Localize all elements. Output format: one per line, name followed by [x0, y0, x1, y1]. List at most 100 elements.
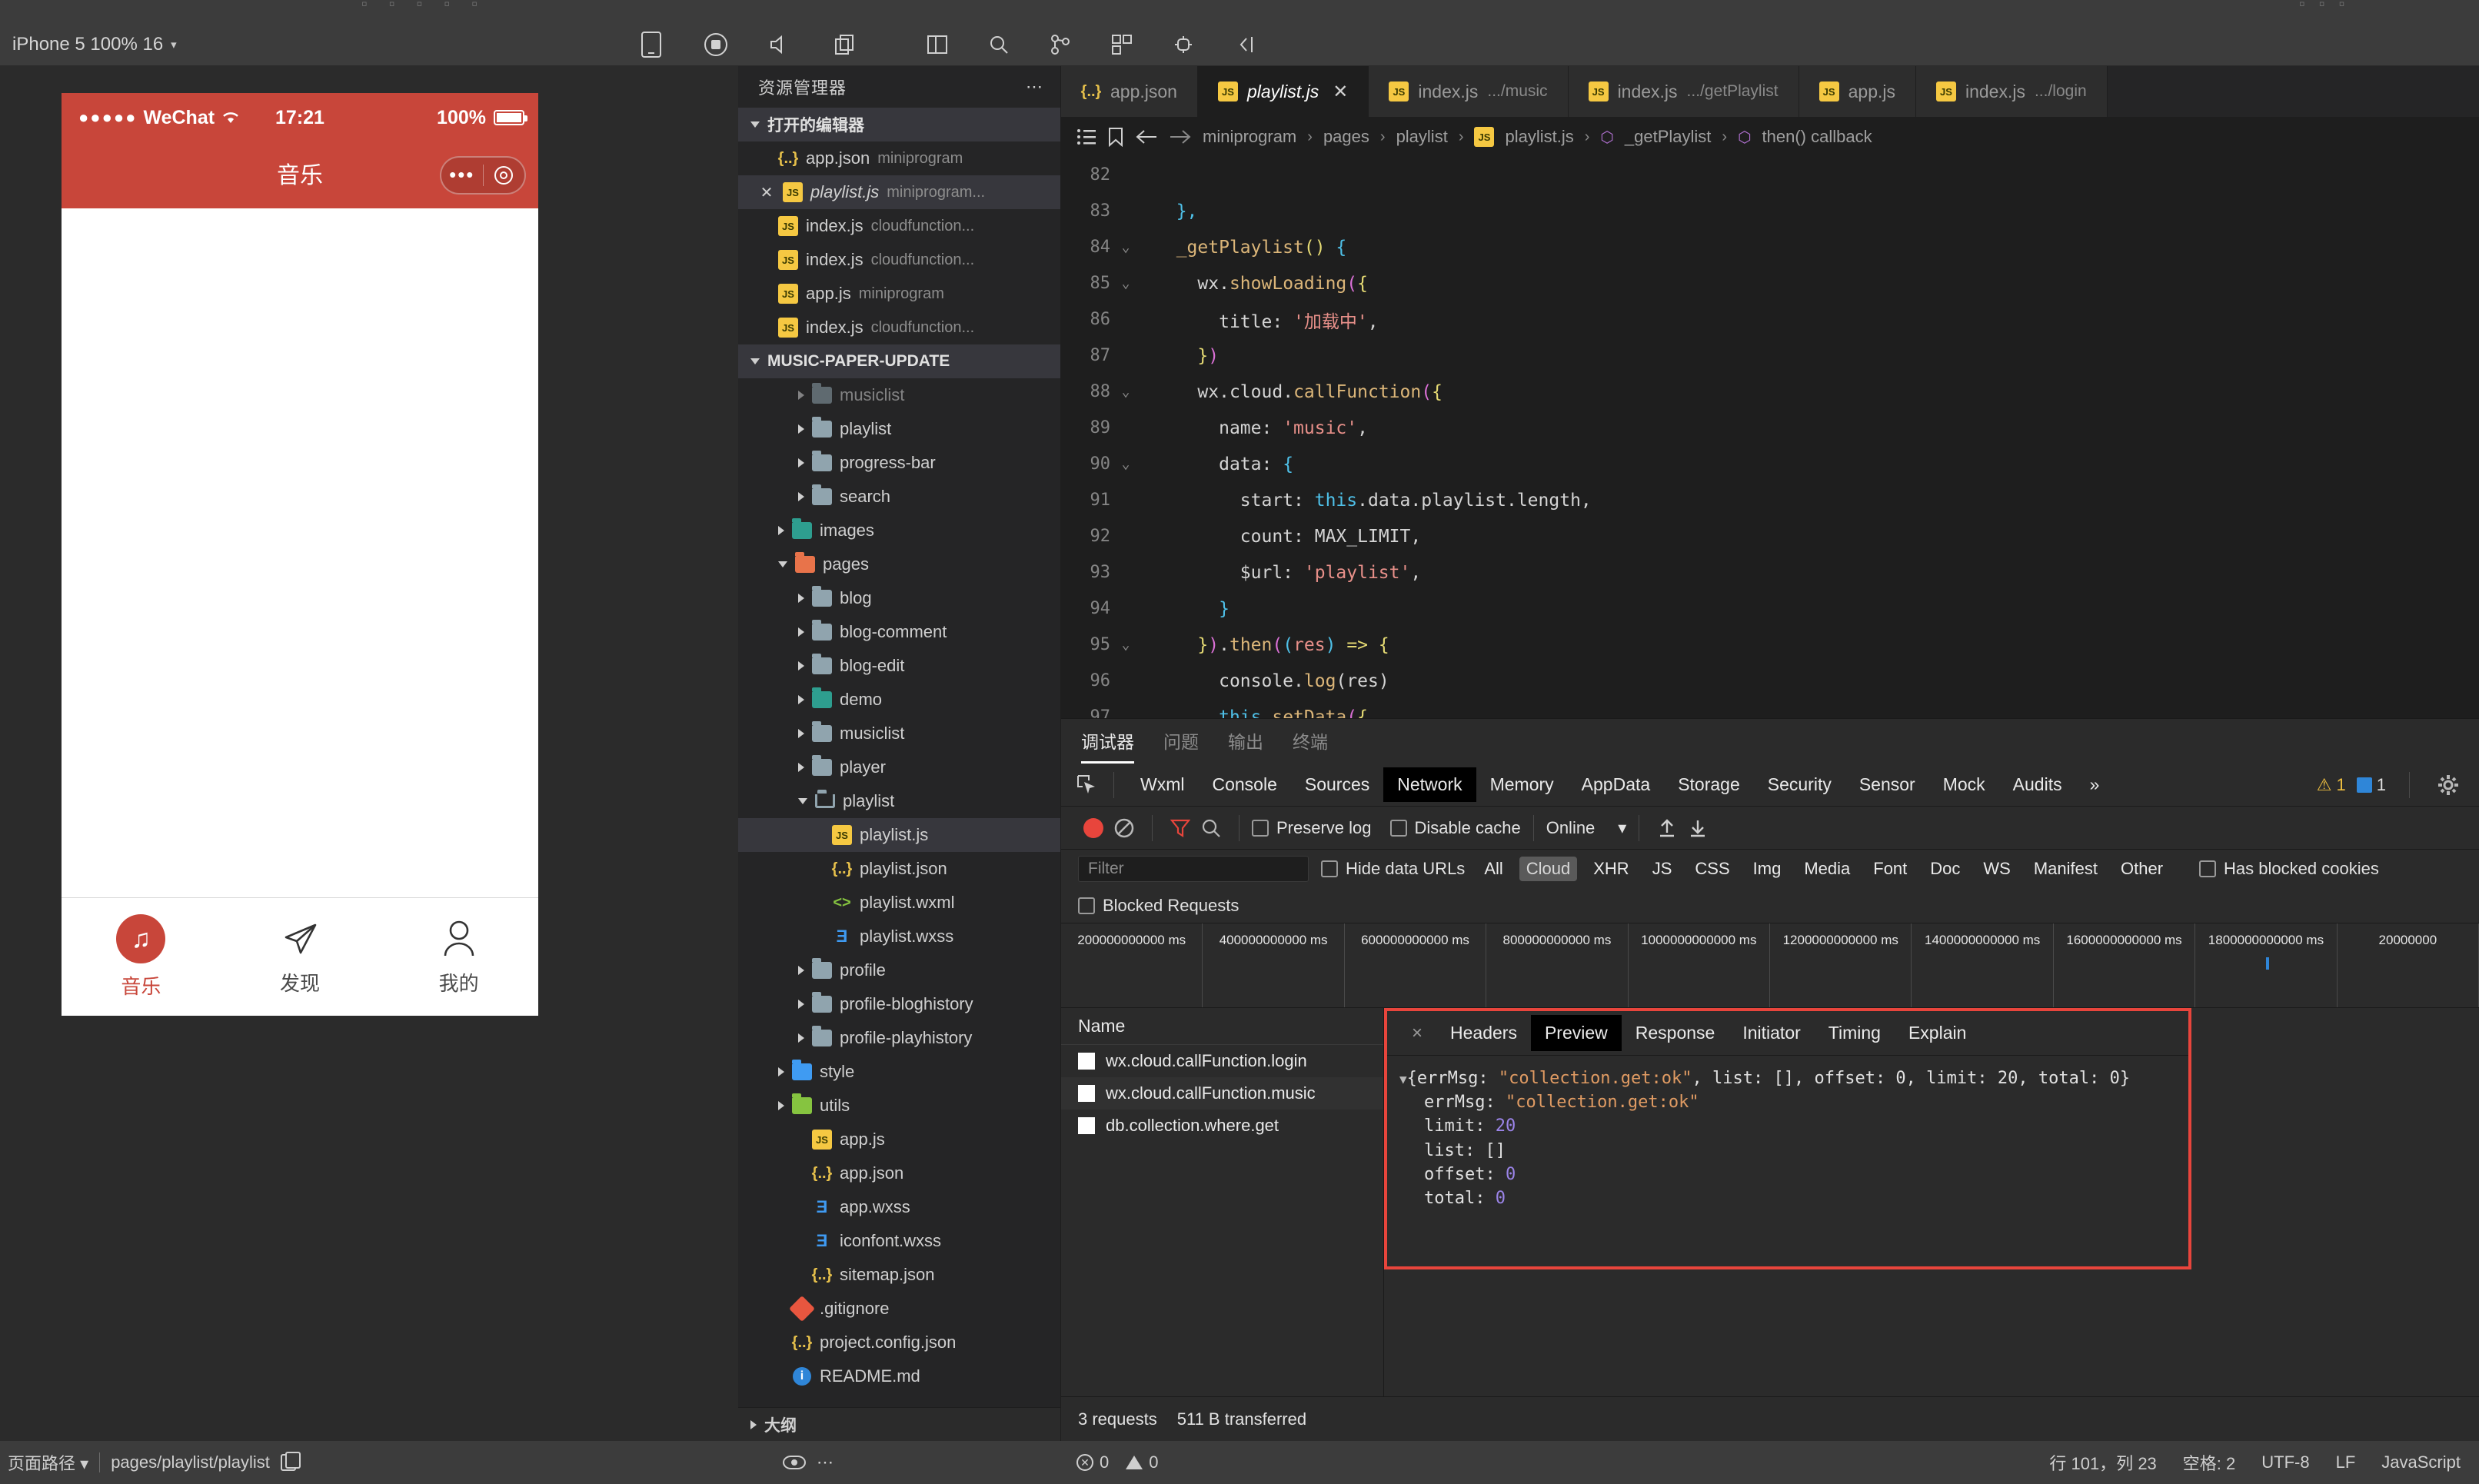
code-line-88[interactable]: 88 ⌄ wx.cloud.callFunction({ [1061, 374, 2479, 410]
phone-icon[interactable] [638, 31, 664, 58]
chevron-right-icon[interactable] [798, 1033, 804, 1043]
tree-item-profile[interactable]: profile [738, 953, 1060, 987]
filter-type-manifest[interactable]: Manifest [2027, 857, 2105, 881]
chevron-right-icon[interactable] [778, 1101, 784, 1110]
devtools-tab-sources[interactable]: Sources [1291, 767, 1383, 802]
record-icon[interactable] [1078, 813, 1109, 843]
code-line-94[interactable]: 94 } [1061, 591, 2479, 627]
code-line-86[interactable]: 86 title: '加载中', [1061, 301, 2479, 338]
tree-item-images[interactable]: images [738, 514, 1060, 547]
chevron-right-icon[interactable] [798, 594, 804, 603]
collapse-icon[interactable] [1232, 32, 1258, 58]
list-icon[interactable] [1076, 128, 1096, 146]
editor-tab-index-js-getPlaylist[interactable]: JS index.js .../getPlaylist [1568, 66, 1799, 117]
editor-tab-index-js-music[interactable]: JS index.js .../music [1369, 66, 1569, 117]
source-control-icon[interactable] [1047, 32, 1073, 58]
tree-item-playlist-json[interactable]: {..} playlist.json [738, 852, 1060, 886]
open-editor-item-app-json[interactable]: {..} app.json miniprogram [738, 141, 1060, 175]
expand-arrow-icon[interactable]: ▼ [1399, 1072, 1407, 1086]
code-line-91[interactable]: 91 start: this.data.playlist.length, [1061, 482, 2479, 518]
devtools-tab-audits[interactable]: Audits [1999, 767, 2076, 802]
blocked-requests-row[interactable]: Blocked Requests [1061, 888, 2479, 923]
fold-toggle[interactable]: ⌄ [1110, 239, 1141, 255]
tree-item-utils[interactable]: utils [738, 1089, 1060, 1123]
filter-input[interactable]: Filter [1078, 856, 1309, 882]
chevron-right-icon[interactable] [798, 695, 804, 704]
arrow-right-icon[interactable] [1169, 128, 1192, 145]
devtools-tab-wxml[interactable]: Wxml [1126, 767, 1198, 802]
filter-type-other[interactable]: Other [2114, 857, 2170, 881]
eye-icon[interactable] [783, 1456, 806, 1469]
chevron-right-icon[interactable] [798, 391, 804, 400]
editor-tab-index-js-login[interactable]: JS index.js .../login [1915, 66, 2108, 117]
debug-icon[interactable] [1170, 32, 1196, 58]
encoding[interactable]: UTF-8 [2261, 1452, 2309, 1472]
open-editor-item-playlist-js[interactable]: ✕ JS playlist.js miniprogram... [738, 175, 1060, 209]
fold-toggle[interactable]: ⌄ [1110, 456, 1141, 472]
gear-icon[interactable] [2433, 770, 2464, 800]
code-line-97[interactable]: 97 ⌄ this.setData({ [1061, 699, 2479, 719]
breadcrumb-item-getplaylist[interactable]: _getPlaylist [1625, 127, 1712, 147]
tree-item-style[interactable]: style [738, 1055, 1060, 1089]
preview-summary-line[interactable]: ▼{errMsg: "collection.get:ok", list: [],… [1399, 1066, 2188, 1090]
close-icon[interactable]: ✕ [1333, 81, 1348, 103]
devtools-tab-security[interactable]: Security [1754, 767, 1845, 802]
code-line-95[interactable]: 95 ⌄ }).then((res) => { [1061, 627, 2479, 663]
language-mode[interactable]: JavaScript [2381, 1452, 2461, 1472]
open-editors-section[interactable]: 打开的编辑器 [738, 108, 1060, 141]
tree-item-playlist-wxss[interactable]: Ǝplaylist.wxss [738, 920, 1060, 953]
devtools-tab-sensor[interactable]: Sensor [1845, 767, 1929, 802]
request-rows[interactable]: wx.cloud.callFunction.login wx.cloud.call… [1061, 1045, 1383, 1142]
chevron-right-icon[interactable] [778, 1067, 784, 1076]
tree-item-musiclist[interactable]: musiclist [738, 378, 1060, 412]
disable-cache-checkbox[interactable]: Disable cache [1389, 818, 1521, 838]
fold-toggle[interactable]: ⌄ [1110, 384, 1141, 400]
wechat-capsule[interactable]: ••• [440, 156, 526, 195]
problems-indicator[interactable]: ✕ 0 0 [1076, 1452, 1159, 1472]
open-editor-item-index-js-2[interactable]: JS index.js cloudfunction... [738, 243, 1060, 277]
tree-item-search[interactable]: search [738, 480, 1060, 514]
has-blocked-cookies-checkbox[interactable]: Has blocked cookies [2199, 859, 2379, 879]
open-editor-item-index-js-1[interactable]: JS index.js cloudfunction... [738, 209, 1060, 243]
code-line-85[interactable]: 85 ⌄ wx.showLoading({ [1061, 265, 2479, 301]
clear-icon[interactable] [1109, 813, 1140, 843]
code-line-84[interactable]: 84 ⌄ _getPlaylist() { [1061, 229, 2479, 265]
open-editor-item-index-js-3[interactable]: JS index.js cloudfunction... [738, 311, 1060, 344]
devtools-tab-memory[interactable]: Memory [1476, 767, 1568, 802]
editor-tab-app-js[interactable]: JS app.js [1799, 66, 1916, 117]
copy-icon[interactable] [280, 1452, 301, 1471]
tree-item-profile-playhistory[interactable]: profile-playhistory [738, 1021, 1060, 1055]
filter-type-doc[interactable]: Doc [1923, 857, 1967, 881]
editor-tab-bar[interactable]: {..} app.json JS playlist.js ✕ JS index.js .../… [1061, 66, 2479, 117]
hide-data-urls-checkbox[interactable]: Hide data URLs [1321, 859, 1465, 879]
code-line-90[interactable]: 90 ⌄ data: { [1061, 446, 2479, 482]
sim-tab-music[interactable]: ♫ 音乐 [62, 898, 221, 1016]
devtools-tab-console[interactable]: Console [1198, 767, 1290, 802]
request-column-header[interactable]: Name [1061, 1008, 1383, 1045]
arrow-left-icon[interactable] [1135, 128, 1158, 145]
chevron-right-icon[interactable] [798, 729, 804, 738]
filter-type-cloud[interactable]: Cloud [1519, 857, 1578, 881]
capsule-close-icon[interactable] [484, 166, 525, 185]
device-selector[interactable]: iPhone 5 100% 16 ▾ [12, 34, 177, 55]
devtools-tab-storage[interactable]: Storage [1664, 767, 1754, 802]
fold-toggle[interactable]: ⌄ [1110, 709, 1141, 718]
chevron-down-icon[interactable] [778, 561, 787, 567]
devtools-tab-bar[interactable]: Wxml Console Sources Network Memory AppData St… [1061, 764, 2479, 807]
outline-section[interactable]: 大纲 [738, 1407, 1060, 1441]
tree-item-project-config-json[interactable]: {..} project.config.json [738, 1326, 1060, 1359]
filter-type-ws[interactable]: WS [1976, 857, 2017, 881]
code-line-93[interactable]: 93 $url: 'playlist', [1061, 554, 2479, 591]
eol-mode[interactable]: LF [2336, 1452, 2356, 1472]
breadcrumb-item-miniprogram[interactable]: miniprogram [1203, 127, 1296, 147]
upload-icon[interactable] [1652, 813, 1682, 843]
close-icon[interactable]: ✕ [758, 183, 775, 202]
breadcrumb-item-playlist[interactable]: playlist [1396, 127, 1448, 147]
error-count-group[interactable]: ✕ 0 [1076, 1452, 1109, 1472]
filter-type-css[interactable]: CSS [1688, 857, 1736, 881]
search-icon[interactable] [986, 32, 1012, 58]
page-path-selector[interactable]: 页面路径 ▾ [8, 1450, 88, 1475]
search-icon[interactable] [1196, 813, 1226, 843]
capsule-more-icon[interactable]: ••• [441, 165, 483, 185]
close-icon[interactable]: × [1398, 1023, 1436, 1044]
